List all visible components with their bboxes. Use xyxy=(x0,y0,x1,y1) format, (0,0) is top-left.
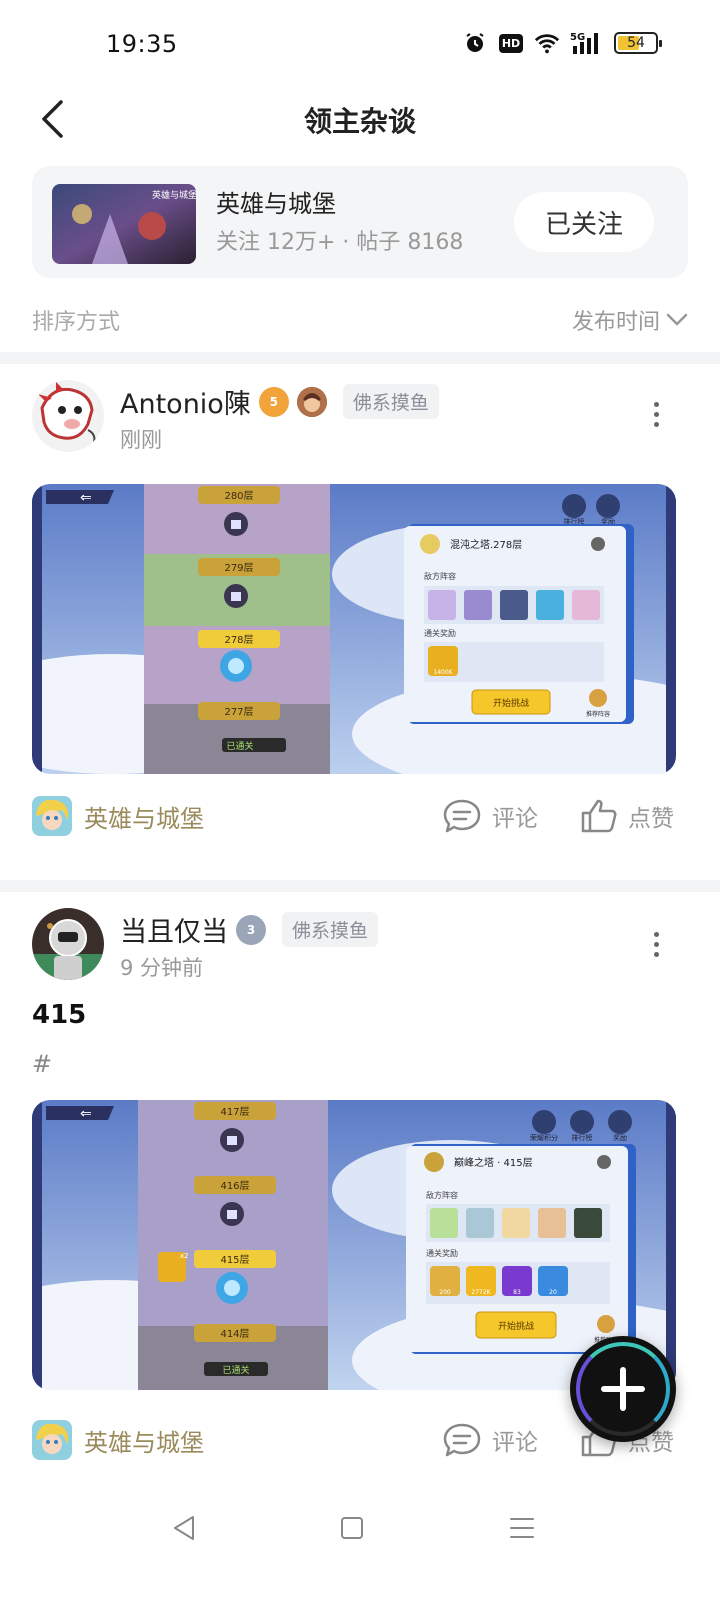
svg-text:英雄与城堡: 英雄与城堡 xyxy=(152,189,196,201)
post-footer: 英雄与城堡 评论 点赞 xyxy=(32,796,688,840)
svg-text:280层: 280层 xyxy=(224,490,253,502)
level-badge-icon: 5 xyxy=(258,386,289,417)
footer-community-name: 英雄与城堡 xyxy=(84,804,204,833)
svg-text:277层: 277层 xyxy=(224,706,253,718)
status-icons: HD 5G 54 xyxy=(462,30,662,56)
comment-button[interactable]: 评论 xyxy=(442,798,538,834)
section-divider xyxy=(0,880,720,892)
svg-text:敌方阵容: 敌方阵容 xyxy=(424,571,456,581)
page-title: 领主杂谈 xyxy=(303,105,416,138)
level-badge-icon: 3 xyxy=(236,914,266,945)
square-home-icon xyxy=(341,1517,363,1539)
wifi-icon xyxy=(534,30,560,56)
svg-text:荣耀积分: 荣耀积分 xyxy=(530,1133,558,1142)
nav-menu-button[interactable] xyxy=(502,1508,542,1548)
nav-home-button[interactable] xyxy=(332,1508,372,1548)
user-tag: 佛系摸鱼 xyxy=(282,912,379,947)
svg-text:通关奖励: 通关奖励 xyxy=(424,628,456,638)
svg-text:开始挑战: 开始挑战 xyxy=(493,697,529,709)
top-bar: 领主杂谈 xyxy=(0,90,720,148)
comment-icon xyxy=(443,799,481,833)
section-divider xyxy=(0,352,720,364)
status-bar: 19:35 HD 5G 54 xyxy=(0,0,720,90)
author-name[interactable]: Antonio陳 xyxy=(120,382,251,421)
footer-community-name: 英雄与城堡 xyxy=(84,1428,204,1457)
svg-text:415层: 415层 xyxy=(220,1254,249,1266)
svg-text:x2: x2 xyxy=(180,1252,189,1260)
alarm-icon xyxy=(462,30,488,56)
svg-text:20: 20 xyxy=(549,1289,557,1296)
status-time: 19:35 xyxy=(106,30,178,58)
svg-text:排行榜: 排行榜 xyxy=(572,1133,593,1142)
sort-value: 发布时间 xyxy=(571,310,660,335)
sort-dropdown[interactable]: 发布时间 xyxy=(572,304,688,336)
nav-back-button[interactable] xyxy=(164,1508,204,1548)
post-time: 刚刚 xyxy=(120,428,162,452)
svg-text:开始挑战: 开始挑战 xyxy=(498,1320,534,1332)
post-time: 9 分钟前 xyxy=(120,956,204,980)
tower-screenshot: ⇐ 417层 416层 415层 x2 414层 已通关 荣耀积分 排行榜 奖励… xyxy=(32,1100,676,1390)
post-hashtag[interactable]: # xyxy=(32,1050,52,1078)
tower-screenshot: ⇐ 280层 279层 278层 277层 已通关 排行榜 奖励 混沌之塔.27… xyxy=(32,484,676,774)
svg-text:417层: 417层 xyxy=(220,1106,249,1118)
chevron-down-icon xyxy=(666,313,688,326)
svg-text:⇐: ⇐ xyxy=(80,1106,92,1122)
comment-icon xyxy=(443,1423,481,1457)
community-name: 英雄与城堡 xyxy=(216,190,336,218)
svg-text:通关奖励: 通关奖励 xyxy=(426,1248,458,1258)
post-image[interactable]: ⇐ 417层 416层 415层 x2 414层 已通关 荣耀积分 排行榜 奖励… xyxy=(32,1100,676,1390)
avatar[interactable] xyxy=(32,908,104,980)
sort-row: 排序方式 发布时间 xyxy=(32,304,688,340)
svg-text:奖励: 奖励 xyxy=(613,1133,627,1142)
svg-text:混沌之塔.278层: 混沌之塔.278层 xyxy=(450,538,522,551)
avatar[interactable] xyxy=(32,380,104,452)
svg-text:414层: 414层 xyxy=(220,1328,249,1340)
author-line: 当且仅当 3 佛系摸鱼 xyxy=(120,910,379,949)
svg-text:5G: 5G xyxy=(570,32,585,43)
author-line: Antonio陳 5 佛系摸鱼 xyxy=(120,382,439,421)
community-icon xyxy=(32,796,72,836)
svg-text:推荐阵容: 推荐阵容 xyxy=(586,710,610,718)
post-text: 415 xyxy=(32,1000,87,1030)
svg-text:279层: 279层 xyxy=(224,562,253,574)
follow-button[interactable]: 已关注 xyxy=(514,192,654,252)
hd-icon: HD xyxy=(498,30,524,56)
thumbs-up-icon xyxy=(581,799,617,833)
svg-text:83: 83 xyxy=(513,1289,521,1296)
create-post-button[interactable] xyxy=(570,1336,676,1442)
menu-lines-icon xyxy=(510,1518,534,1538)
footer-community-link[interactable]: 英雄与城堡 xyxy=(32,1420,204,1460)
like-button[interactable]: 点赞 xyxy=(580,798,674,834)
community-icon xyxy=(32,1420,72,1460)
comment-button[interactable]: 评论 xyxy=(442,1422,538,1458)
triangle-back-icon xyxy=(174,1516,194,1540)
community-cover-image: 英雄与城堡 xyxy=(52,184,196,264)
svg-text:已通关: 已通关 xyxy=(226,740,253,752)
sort-label: 排序方式 xyxy=(32,310,121,335)
user-tag: 佛系摸鱼 xyxy=(342,384,439,419)
character-badge-icon xyxy=(296,386,327,417)
community-card[interactable]: 英雄与城堡 英雄与城堡 关注 12万+ · 帖子 8168 已关注 xyxy=(32,166,688,278)
more-options-button[interactable] xyxy=(644,396,668,432)
battery-icon: 54 xyxy=(614,32,662,54)
fab-ring xyxy=(576,1342,670,1436)
more-options-button[interactable] xyxy=(644,926,668,962)
system-nav-bar xyxy=(0,1492,720,1562)
svg-text:1400K: 1400K xyxy=(433,669,453,676)
author-name[interactable]: 当且仅当 xyxy=(120,910,228,949)
footer-community-link[interactable]: 英雄与城堡 xyxy=(32,796,204,836)
community-stats: 关注 12万+ · 帖子 8168 xyxy=(216,230,464,255)
svg-text:⇐: ⇐ xyxy=(80,490,92,506)
svg-text:已通关: 已通关 xyxy=(222,1364,249,1376)
svg-text:敌方阵容: 敌方阵容 xyxy=(426,1190,458,1200)
svg-text:200: 200 xyxy=(439,1289,451,1296)
svg-text:巅峰之塔 · 415层: 巅峰之塔 · 415层 xyxy=(454,1156,533,1169)
post-card[interactable]: Antonio陳 5 佛系摸鱼 刚刚 ⇐ 280层 279层 278层 277层… xyxy=(0,364,720,874)
svg-text:278层: 278层 xyxy=(224,634,253,646)
post-image[interactable]: ⇐ 280层 279层 278层 277层 已通关 排行榜 奖励 混沌之塔.27… xyxy=(32,484,676,774)
svg-text:416层: 416层 xyxy=(220,1180,249,1192)
svg-text:2772K: 2772K xyxy=(471,1289,491,1296)
signal-icon: 5G xyxy=(570,30,604,56)
